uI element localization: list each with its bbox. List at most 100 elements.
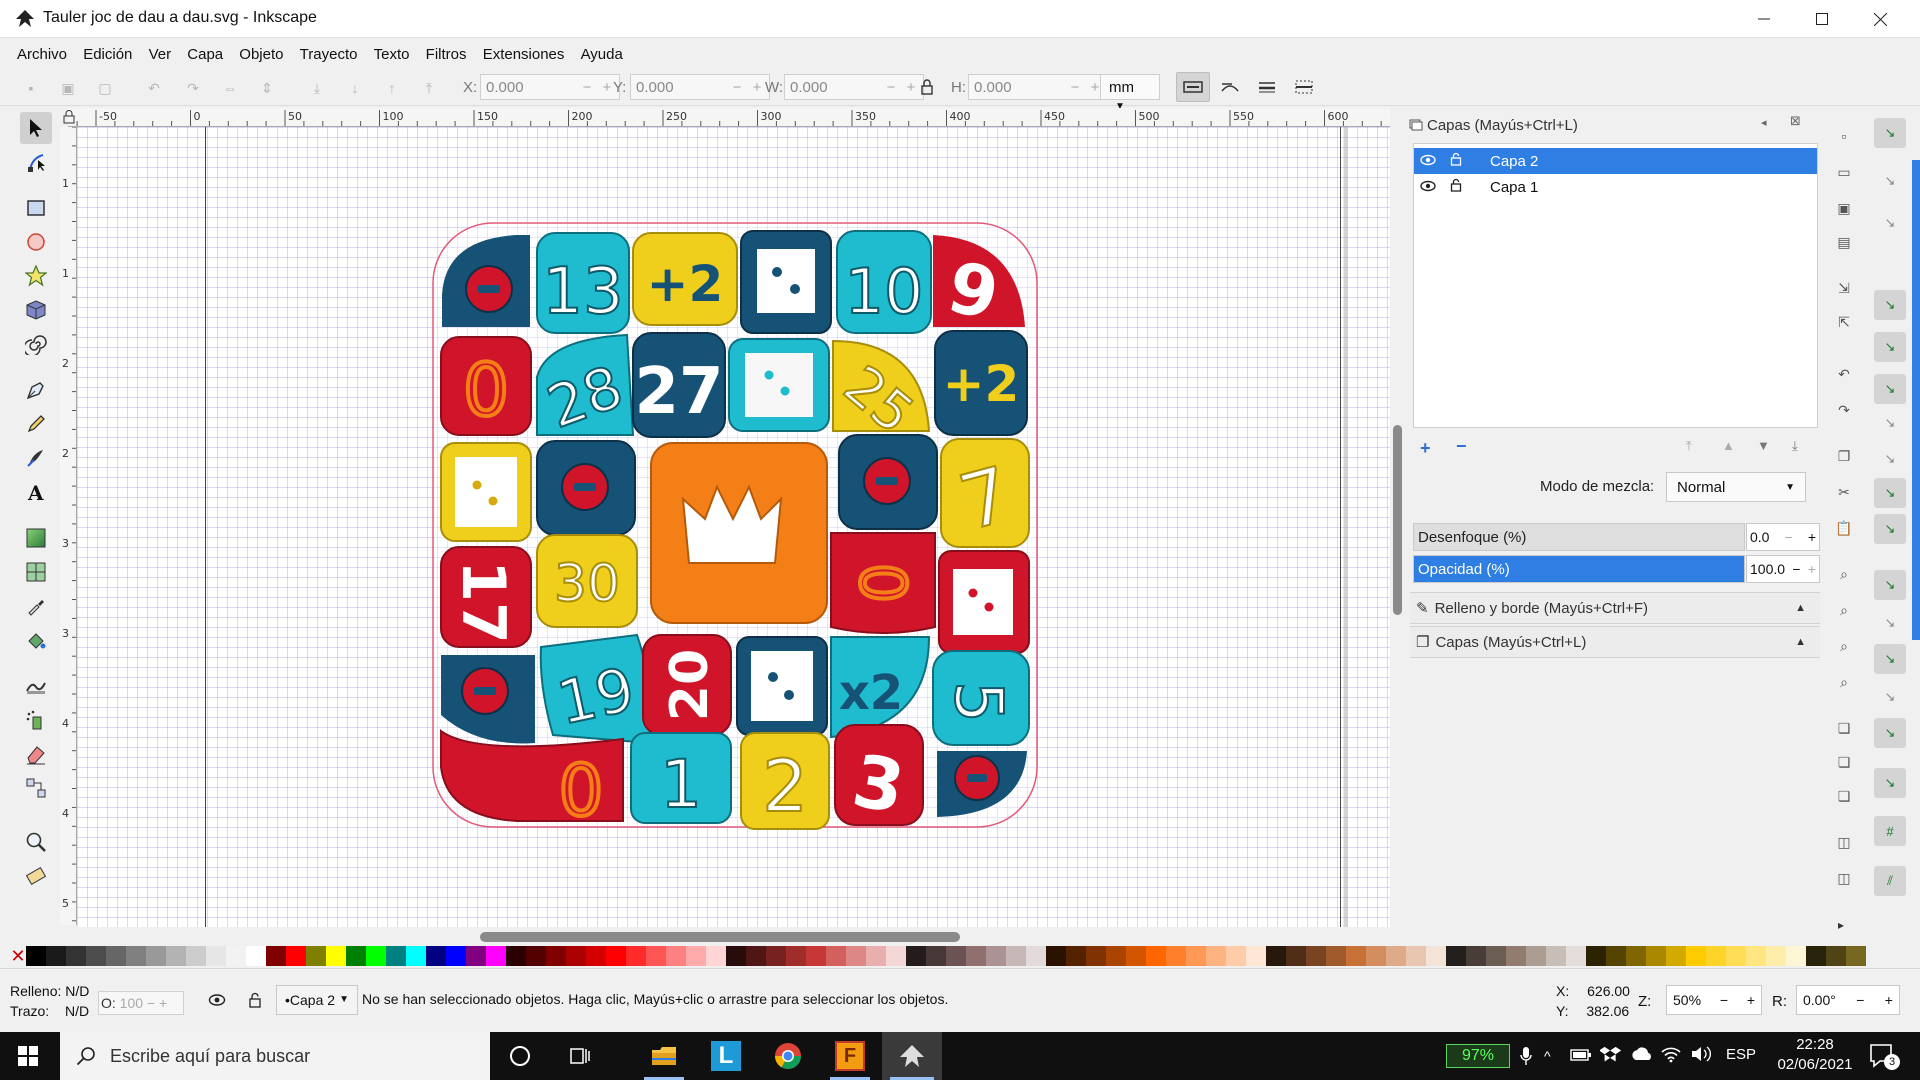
vertical-scrollbar[interactable] [1393, 425, 1402, 615]
color-swatch[interactable] [286, 946, 306, 966]
opacity-spin[interactable]: 100.0 − + [1746, 555, 1820, 583]
ellipse-tool[interactable] [20, 226, 52, 258]
color-swatch[interactable] [1326, 946, 1346, 966]
snap-option-icon[interactable]: ↘ [1874, 374, 1906, 404]
close-button[interactable] [1851, 0, 1909, 38]
color-swatch[interactable] [1106, 946, 1126, 966]
color-swatch[interactable] [1706, 946, 1726, 966]
w-field[interactable]: W: 0.000 − + [765, 74, 924, 100]
snap-option-icon[interactable]: ↘ [1874, 718, 1906, 748]
group-icon[interactable]: ◫ [1834, 834, 1854, 854]
color-swatch[interactable] [1446, 946, 1466, 966]
horizontal-scrollbar[interactable] [480, 932, 960, 942]
menu-filtros[interactable]: Filtros [420, 42, 473, 63]
layer-down-icon[interactable]: ▼ [1757, 438, 1770, 453]
color-swatch[interactable] [926, 946, 946, 966]
clock-date[interactable]: 02/06/2021 [1772, 1056, 1858, 1073]
color-swatch[interactable] [906, 946, 926, 966]
layer-row-capa-2[interactable]: Capa 2 [1414, 148, 1817, 174]
spiral-tool[interactable] [20, 328, 52, 360]
color-swatch[interactable] [986, 946, 1006, 966]
print-icon[interactable]: ▤ [1834, 234, 1854, 254]
color-swatch[interactable] [266, 946, 286, 966]
dock-panel-icon[interactable]: ◂ [1761, 116, 1767, 129]
color-swatch[interactable] [1606, 946, 1626, 966]
minus-icon[interactable]: − [727, 79, 747, 96]
color-swatch[interactable] [1526, 946, 1546, 966]
layer-up-icon[interactable]: ▲ [1722, 438, 1735, 453]
snap-option-icon[interactable]: ↘ [1874, 408, 1906, 438]
color-swatch[interactable] [626, 946, 646, 966]
raise-icon[interactable]: ↑ [381, 77, 403, 99]
snap-option-icon[interactable]: ⫽ [1874, 866, 1906, 896]
lower-icon[interactable]: ↓ [344, 77, 366, 99]
color-swatch[interactable] [366, 946, 386, 966]
color-swatch[interactable] [606, 946, 626, 966]
h-field[interactable]: H: 0.000 − + [951, 74, 1108, 100]
plus-icon[interactable]: + [747, 79, 767, 96]
menu-objeto[interactable]: Objeto [233, 42, 289, 63]
eraser-tool[interactable] [20, 738, 52, 770]
color-swatch[interactable] [1266, 946, 1286, 966]
zoom-spin[interactable]: 50% − + [1666, 985, 1762, 1015]
snap-option-icon[interactable]: ↘ [1874, 682, 1906, 712]
color-swatch[interactable] [146, 946, 166, 966]
color-swatch[interactable] [1086, 946, 1106, 966]
current-layer-select[interactable]: •Capa 2 ▼ [276, 985, 358, 1015]
color-swatch[interactable] [86, 946, 106, 966]
minus-icon[interactable]: − [1856, 992, 1864, 1008]
clone-icon[interactable]: ❏ [1834, 754, 1854, 774]
duplicate-icon[interactable]: ❏ [1834, 720, 1854, 740]
color-swatch[interactable] [1286, 946, 1306, 966]
color-swatch[interactable] [786, 946, 806, 966]
color-swatch[interactable] [766, 946, 786, 966]
mesh-tool[interactable] [20, 556, 52, 588]
color-swatch[interactable] [1146, 946, 1166, 966]
color-swatch[interactable] [686, 946, 706, 966]
color-swatch[interactable] [306, 946, 326, 966]
move-gradients-toggle[interactable] [1250, 72, 1284, 102]
taskbar-search-box[interactable]: Escribe aquí para buscar [60, 1032, 490, 1080]
lower-to-bottom-icon[interactable]: ⤓ [306, 77, 328, 99]
color-swatch[interactable] [506, 946, 526, 966]
select-all-icon[interactable]: ▪ [20, 77, 42, 99]
blur-spin[interactable]: 0.0 − + [1746, 523, 1820, 551]
color-swatch[interactable] [1026, 946, 1046, 966]
fill-stroke-dialog-tab[interactable]: ✎ Relleno y borde (Mayús+Ctrl+F) ▲ [1410, 592, 1820, 624]
color-swatch[interactable] [186, 946, 206, 966]
color-swatch[interactable] [346, 946, 366, 966]
color-swatch[interactable] [1546, 946, 1566, 966]
notifications-button[interactable]: 3 [1868, 1042, 1900, 1074]
open-icon[interactable]: ▭ [1834, 164, 1854, 184]
w-value[interactable]: 0.000 [785, 79, 881, 96]
remove-layer-icon[interactable]: − [1456, 436, 1467, 457]
export-icon[interactable]: ⇱ [1834, 314, 1854, 334]
toggle-visibility-icon[interactable] [208, 993, 226, 1011]
maximize-button[interactable] [1793, 0, 1851, 38]
selector-tool[interactable] [20, 112, 52, 144]
snap-option-icon[interactable]: ↘ [1874, 570, 1906, 600]
rectangle-tool[interactable] [20, 192, 52, 224]
deselect-icon[interactable]: ▢ [94, 77, 116, 99]
color-swatch[interactable] [726, 946, 746, 966]
rotate-cw-icon[interactable]: ↷ [182, 77, 204, 99]
lock-icon[interactable] [1442, 178, 1470, 196]
snap-option-icon[interactable]: ↘ [1874, 514, 1906, 544]
cut-icon[interactable]: ✂ [1834, 484, 1854, 504]
scale-stroke-toggle[interactable] [1176, 72, 1210, 102]
layer-row-capa-1[interactable]: Capa 1 [1414, 174, 1817, 200]
start-button[interactable] [0, 1032, 56, 1080]
menu-extensiones[interactable]: Extensiones [477, 42, 571, 63]
opacity-slider[interactable]: Opacidad (%) [1413, 555, 1745, 583]
snap-option-icon[interactable]: ↘ [1874, 444, 1906, 474]
snap-option-icon[interactable]: ↘ [1874, 332, 1906, 362]
add-layer-icon[interactable]: + [1420, 438, 1431, 459]
dropper-tool[interactable] [20, 590, 52, 622]
color-swatch[interactable] [446, 946, 466, 966]
task-view-button[interactable] [550, 1032, 610, 1080]
connector-tool[interactable] [20, 772, 52, 804]
rotation-spin[interactable]: 0.00° − + [1796, 985, 1900, 1015]
y-value[interactable]: 0.000 [631, 79, 727, 96]
color-swatch[interactable] [886, 946, 906, 966]
color-swatch[interactable] [1386, 946, 1406, 966]
